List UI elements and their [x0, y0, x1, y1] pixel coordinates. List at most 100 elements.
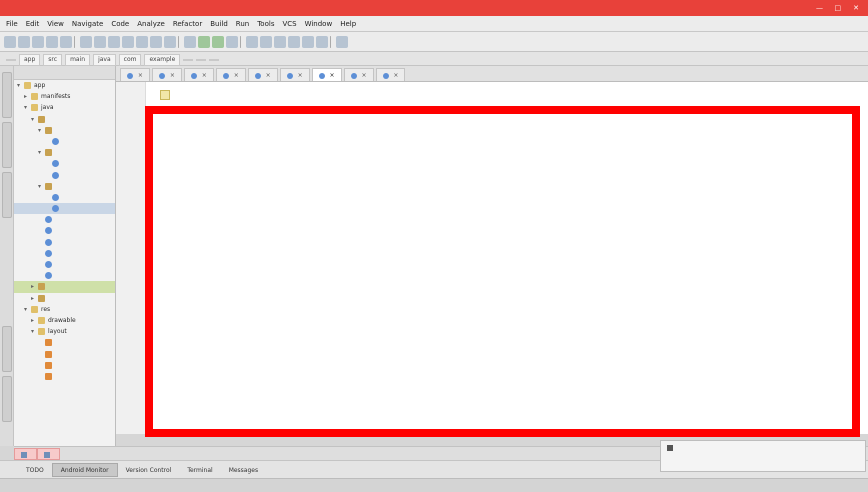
run-config-tab[interactable] [14, 448, 37, 460]
warning-marker-icon[interactable] [160, 90, 170, 100]
menu-item-build[interactable]: Build [210, 20, 228, 28]
breadcrumb-item[interactable]: java [93, 54, 116, 66]
tree-item[interactable]: ▾ [14, 125, 115, 136]
close-tab-icon[interactable]: × [392, 72, 398, 79]
chevron-right-icon[interactable]: ▸ [31, 293, 38, 304]
forward-icon[interactable] [164, 36, 176, 48]
menu-item-view[interactable]: View [47, 20, 64, 28]
save-icon[interactable] [18, 36, 30, 48]
tree-item[interactable] [14, 248, 115, 259]
device-monitor-icon[interactable] [288, 36, 300, 48]
tree-item[interactable]: ▸ manifests [14, 91, 115, 102]
menu-item-run[interactable]: Run [236, 20, 249, 28]
breadcrumb-item[interactable]: com [118, 54, 142, 66]
tree-item[interactable] [14, 349, 115, 360]
avd-manager-icon[interactable] [260, 36, 272, 48]
captures-tool-tab[interactable] [2, 172, 12, 218]
menu-item-navigate[interactable]: Navigate [72, 20, 103, 28]
tree-item[interactable] [14, 371, 115, 382]
breadcrumb-item[interactable] [196, 59, 207, 61]
menu-item-code[interactable]: Code [111, 20, 129, 28]
structure-tool-tab[interactable] [2, 122, 12, 168]
run-config-tab[interactable] [37, 448, 60, 460]
tool-window-todo[interactable]: TODO [18, 464, 52, 478]
editor-tab[interactable]: × [375, 68, 406, 81]
chevron-down-icon[interactable]: ▾ [31, 326, 38, 337]
tree-item[interactable] [14, 337, 115, 348]
menu-item-edit[interactable]: Edit [26, 20, 40, 28]
chevron-down-icon[interactable]: ▾ [17, 80, 24, 91]
editor-tab[interactable]: × [343, 68, 374, 81]
tree-item[interactable]: ▾ [14, 114, 115, 125]
back-icon[interactable] [150, 36, 162, 48]
tree-item[interactable] [14, 158, 115, 169]
editor-tab[interactable]: × [183, 68, 214, 81]
tree-item[interactable] [14, 259, 115, 270]
project-tool-tab[interactable] [2, 72, 12, 118]
close-button[interactable]: ✕ [848, 0, 864, 16]
tree-item[interactable] [14, 136, 115, 147]
close-tab-icon[interactable]: × [168, 72, 175, 79]
open-icon[interactable] [4, 36, 16, 48]
tree-item[interactable] [14, 192, 115, 203]
layout-icon[interactable] [302, 36, 314, 48]
editor-tab[interactable]: × [120, 68, 150, 81]
find-icon[interactable] [122, 36, 134, 48]
editor-tab[interactable]: × [151, 68, 182, 81]
menu-item-file[interactable]: File [6, 20, 18, 28]
chevron-down-icon[interactable]: ▾ [38, 181, 45, 192]
tree-item[interactable]: ▾ res [14, 304, 115, 315]
cut-icon[interactable] [80, 36, 92, 48]
chevron-down-icon[interactable]: ▾ [31, 114, 38, 125]
tool-window-android-monitor[interactable]: Android Monitor [51, 463, 118, 477]
tree-item[interactable]: ▸ [14, 281, 115, 293]
tree-item[interactable]: ▸ drawable [14, 315, 115, 326]
tree-item[interactable]: ▾ app [14, 80, 115, 91]
menu-item-help[interactable]: Help [340, 20, 356, 28]
close-tab-icon[interactable]: × [296, 72, 303, 79]
debug-icon[interactable] [212, 36, 224, 48]
close-tab-icon[interactable]: × [232, 72, 239, 79]
replace-icon[interactable] [136, 36, 148, 48]
tree-item[interactable] [14, 225, 115, 236]
copy-icon[interactable] [94, 36, 106, 48]
help-icon[interactable] [336, 36, 348, 48]
gradle-sync-icon[interactable] [274, 36, 286, 48]
tree-item[interactable] [14, 170, 115, 181]
menu-item-window[interactable]: Window [305, 20, 333, 28]
build-icon[interactable] [184, 36, 196, 48]
chevron-down-icon[interactable]: ▾ [24, 304, 31, 315]
tree-item[interactable]: ▾ java [14, 102, 115, 113]
breadcrumb-item[interactable]: main [65, 54, 91, 66]
breadcrumb-item[interactable] [209, 59, 220, 61]
notification-popup[interactable] [660, 440, 866, 472]
close-tab-icon[interactable]: × [264, 72, 271, 79]
tree-item[interactable]: ▸ [14, 293, 115, 304]
minimize-button[interactable]: — [812, 0, 828, 16]
tree-item[interactable] [14, 360, 115, 371]
menu-item-refactor[interactable]: Refactor [173, 20, 202, 28]
favorites-tool-tab[interactable] [2, 376, 12, 422]
undo-icon[interactable] [46, 36, 58, 48]
close-tab-icon[interactable]: × [136, 72, 143, 79]
chevron-down-icon[interactable]: ▾ [24, 102, 31, 113]
close-tab-icon[interactable]: × [360, 72, 366, 79]
tree-item[interactable] [14, 214, 115, 225]
tree-item[interactable]: ▾ [14, 181, 115, 192]
tool-window-messages[interactable]: Messages [221, 464, 266, 478]
editor-tab[interactable]: × [247, 68, 278, 81]
breadcrumb-item[interactable]: app [19, 54, 41, 66]
menu-item-analyze[interactable]: Analyze [137, 20, 165, 28]
menu-item-tools[interactable]: Tools [257, 20, 274, 28]
tree-item[interactable]: ▾ [14, 147, 115, 158]
breadcrumb-item[interactable] [6, 59, 16, 61]
chevron-right-icon[interactable]: ▸ [31, 315, 38, 326]
chevron-right-icon[interactable]: ▸ [31, 281, 38, 292]
tool-window-terminal[interactable]: Terminal [179, 464, 220, 478]
tree-item[interactable] [14, 203, 115, 215]
editor-tab[interactable]: × [215, 68, 246, 81]
breadcrumb-item[interactable]: example [144, 54, 181, 66]
structure-icon[interactable] [316, 36, 328, 48]
paste-icon[interactable] [108, 36, 120, 48]
sync-icon[interactable] [32, 36, 44, 48]
